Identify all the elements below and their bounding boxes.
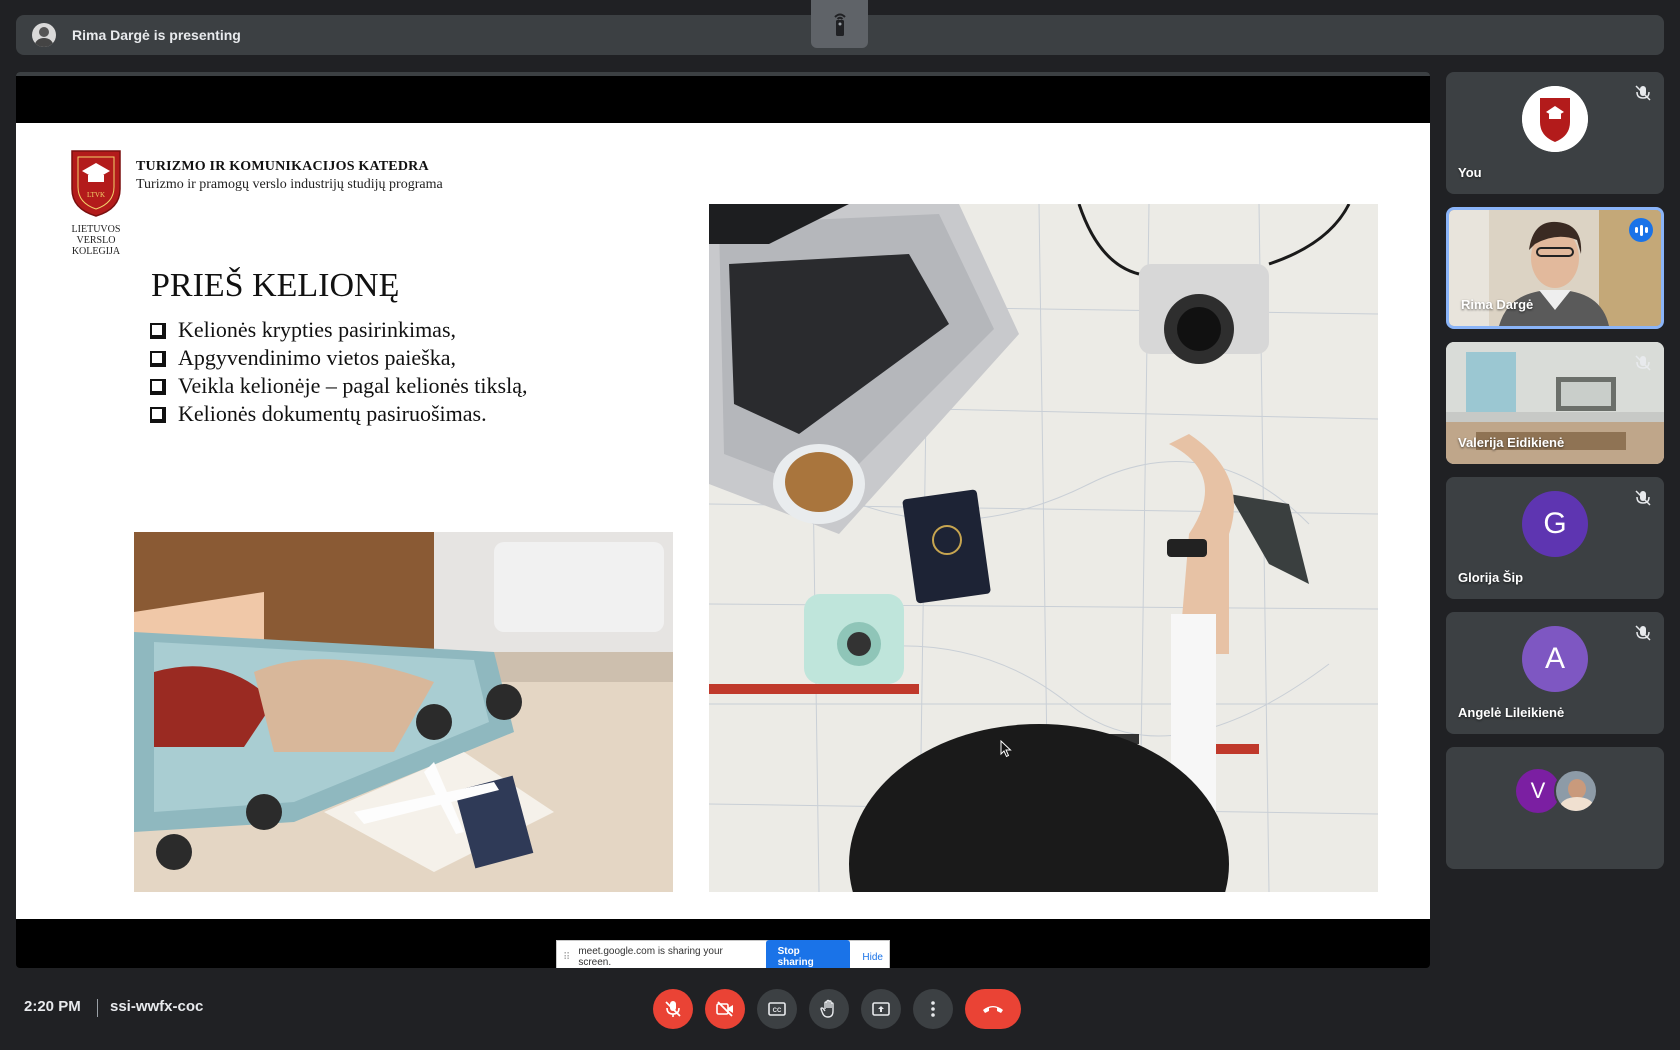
department-name: TURIZMO IR KOMUNIKACIJOS KATEDRA — [136, 159, 429, 174]
participant-tile-you[interactable]: You — [1446, 72, 1664, 194]
participant-tile-rima[interactable]: Rima Dargė — [1446, 207, 1664, 329]
participant-name: Angelė Lileikienė — [1458, 705, 1565, 720]
mic-off-icon — [1635, 355, 1651, 371]
participant-tile-others[interactable]: V — [1446, 747, 1664, 869]
svg-text:CC: CC — [773, 1008, 782, 1014]
checkbox-bullet-icon — [150, 379, 166, 395]
suitcase-photo — [134, 532, 673, 892]
participant-tile-angele[interactable]: A Angelė Lileikienė — [1446, 612, 1664, 734]
college-name: LIETUVOS VERSLO KOLEGIJA — [71, 224, 121, 257]
program-name: Turizmo ir pramogų verslo industrijų stu… — [136, 177, 443, 192]
list-item: Veikla kelionėje – pagal kelionės tikslą… — [146, 372, 527, 400]
screen-share-notification: ⠿ meet.google.com is sharing your screen… — [556, 940, 890, 968]
checkbox-bullet-icon — [150, 407, 166, 423]
avatar — [1522, 86, 1588, 152]
more-options-button[interactable] — [913, 989, 953, 1029]
hang-up-icon — [983, 1006, 1003, 1013]
slide: LTVK LIETUVOS VERSLO KOLEGIJA TURIZMO IR… — [16, 123, 1430, 968]
captions-button[interactable]: CC — [757, 989, 797, 1029]
slide-title: PRIEŠ KELIONĘ — [151, 267, 400, 304]
presentation-stage: LTVK LIETUVOS VERSLO KOLEGIJA TURIZMO IR… — [16, 72, 1430, 968]
stop-sharing-button[interactable]: Stop sharing — [765, 940, 851, 968]
travel-map-photo — [709, 204, 1378, 892]
present-now-button[interactable] — [861, 989, 901, 1029]
remote-icon — [833, 13, 846, 36]
raise-hand-button[interactable] — [809, 989, 849, 1029]
camera-toggle-button[interactable] — [705, 989, 745, 1029]
participant-name: Glorija Šip — [1458, 570, 1524, 585]
avatar: G — [1522, 491, 1588, 557]
microphone-toggle-button[interactable] — [653, 989, 693, 1029]
speaking-indicator-icon — [1629, 218, 1653, 242]
share-message: meet.google.com is sharing your screen. — [578, 946, 723, 968]
hide-link[interactable]: Hide — [862, 952, 883, 963]
drag-handle-icon[interactable]: ⠿ — [563, 952, 570, 963]
mic-off-icon — [665, 1001, 681, 1017]
current-time: 2:20 PM — [24, 998, 81, 1015]
leave-call-button[interactable] — [965, 989, 1021, 1029]
mic-off-icon — [1635, 85, 1651, 101]
bullet-list: Kelionės krypties pasirinkimas, Apgyvend… — [146, 316, 527, 428]
avatar: A — [1522, 626, 1588, 692]
checkbox-bullet-icon — [150, 323, 166, 339]
list-item: Apgyvendinimo vietos paieška, — [146, 344, 527, 372]
mic-off-icon — [1635, 490, 1651, 506]
avatar — [1554, 769, 1598, 813]
participant-name: Rima Dargė — [1461, 297, 1534, 312]
present-screen-icon — [872, 1002, 890, 1016]
meeting-code[interactable]: ssi-wwfx-coc — [110, 998, 203, 1015]
participant-tile-valerija[interactable]: Valerija Eidikienė — [1446, 342, 1664, 464]
presenter-avatar — [32, 23, 56, 47]
captions-icon: CC — [768, 1002, 786, 1016]
checkbox-bullet-icon — [150, 351, 166, 367]
more-vert-icon — [931, 1001, 935, 1017]
mouse-cursor-icon — [1000, 740, 1012, 758]
remote-control-tab[interactable] — [811, 0, 868, 48]
participant-name: You — [1458, 165, 1482, 180]
mic-off-icon — [1635, 625, 1651, 641]
participant-tile-glorija[interactable]: G Glorija Šip — [1446, 477, 1664, 599]
divider — [97, 999, 98, 1017]
participant-name: Valerija Eidikienė — [1458, 435, 1565, 450]
hand-icon — [820, 999, 834, 1018]
list-item: Kelionės krypties pasirinkimas, — [146, 316, 527, 344]
college-logo: LTVK — [71, 150, 121, 217]
presenting-text: Rima Dargė is presenting — [72, 27, 241, 43]
list-item: Kelionės dokumentų pasiruošimas. — [146, 400, 527, 428]
svg-text:LTVK: LTVK — [87, 191, 105, 199]
camera-off-icon — [716, 1001, 733, 1017]
